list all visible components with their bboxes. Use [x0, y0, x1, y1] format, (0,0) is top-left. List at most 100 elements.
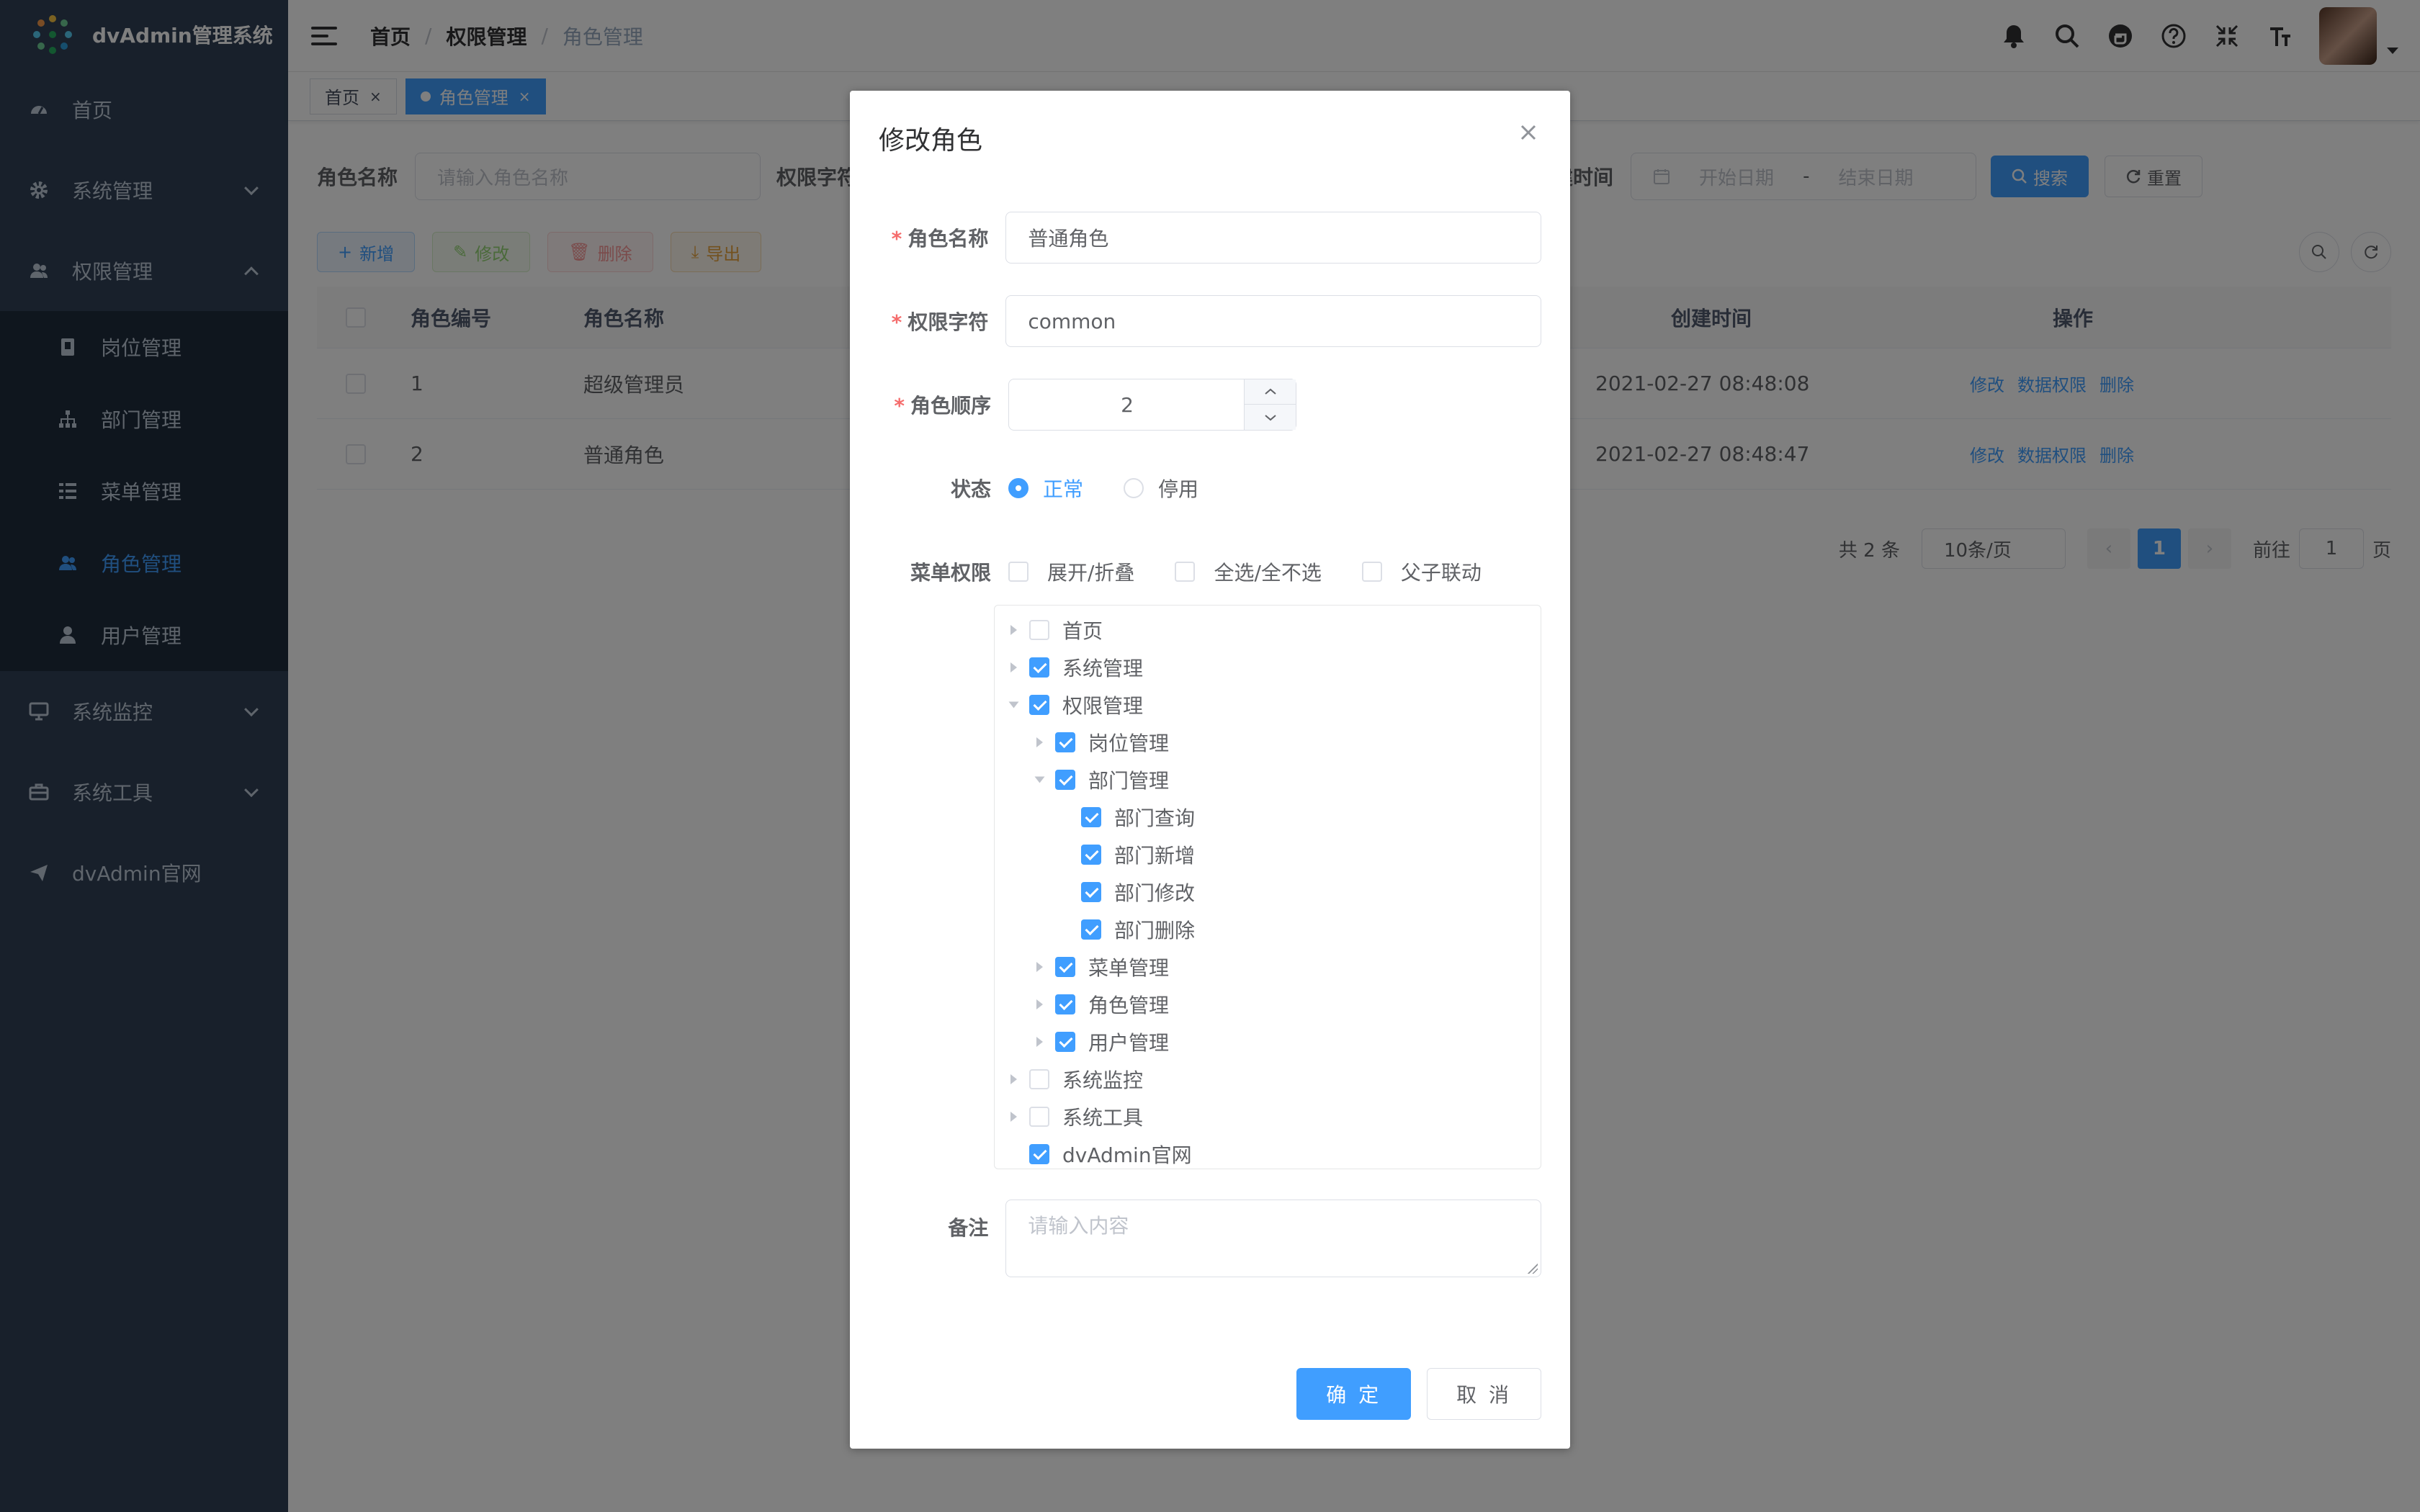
menu-permission-tree: 首页 系统管理 权限管理 岗位管理 部门管理 部门查询 部门新增 部门修改 部门 [994, 605, 1541, 1169]
resize-handle-icon[interactable] [1528, 1264, 1538, 1274]
caret-down-icon[interactable] [1000, 692, 1026, 718]
tree-node-label: 系统管理 [1062, 657, 1144, 680]
close-icon[interactable] [1515, 120, 1541, 145]
stepper-controls [1244, 379, 1296, 430]
remark-field-label: 备注 [948, 1216, 989, 1240]
tree-checkbox[interactable] [1029, 657, 1049, 678]
tree-checkbox[interactable] [1055, 1032, 1075, 1052]
chevron-down-icon [1264, 414, 1276, 420]
tree-node[interactable]: 首页 [995, 611, 1541, 649]
tree-node[interactable]: 部门管理 [995, 761, 1541, 798]
caret-down-icon[interactable] [1026, 767, 1052, 793]
tree-node-label: 菜单管理 [1088, 956, 1170, 980]
caret-right-icon[interactable] [1026, 954, 1052, 980]
tree-node-label: 部门管理 [1088, 769, 1170, 793]
caret-right-icon[interactable] [1000, 1104, 1026, 1130]
caret-right-icon[interactable] [1026, 991, 1052, 1017]
tree-node[interactable]: 岗位管理 [995, 724, 1541, 761]
status-normal-radio[interactable]: 正常 [1008, 474, 1083, 503]
parent-child-linkage-checkbox[interactable]: 父子联动 [1361, 557, 1482, 586]
tree-checkbox[interactable] [1055, 770, 1075, 790]
menu-perm-row: 菜单权限 展开/折叠 全选/全不选 父子联动 [879, 546, 1541, 598]
remark-textarea[interactable]: 请输入内容 [1005, 1200, 1541, 1277]
tree-node-label: 用户管理 [1088, 1031, 1170, 1055]
tree-checkbox[interactable] [1029, 695, 1049, 715]
tree-node[interactable]: dvAdmin官网 [995, 1135, 1541, 1169]
tree-node-label: 系统工具 [1062, 1106, 1144, 1130]
role-name-field-label: * 角色名称 [891, 227, 989, 251]
tree-node-label: 权限管理 [1062, 694, 1144, 718]
tree-node[interactable]: 系统工具 [995, 1098, 1541, 1135]
status-radio-group: 正常 停用 [1008, 474, 1198, 503]
role-order-value[interactable]: 2 [1009, 379, 1245, 430]
checkbox-label: 展开/折叠 [1047, 561, 1135, 585]
perm-key-field-label: * 权限字符 [891, 310, 989, 334]
select-all-checkbox[interactable]: 全选/全不选 [1175, 557, 1322, 586]
caret-right-icon[interactable] [1026, 1029, 1052, 1055]
tree-node[interactable]: 部门查询 [995, 798, 1541, 836]
confirm-button[interactable]: 确 定 [1296, 1368, 1412, 1420]
tree-node[interactable]: 菜单管理 [995, 948, 1541, 986]
status-field-label: 状态 [950, 477, 991, 501]
tree-node-label: 部门新增 [1114, 844, 1196, 868]
radio-circle [1124, 478, 1144, 498]
perm-key-row: * 权限字符 common [879, 295, 1541, 347]
tree-checkbox[interactable] [1055, 957, 1075, 977]
dialog-footer: 确 定 取 消 [1296, 1368, 1541, 1420]
caret-placeholder [1000, 1141, 1026, 1167]
decrement-button[interactable] [1245, 405, 1296, 430]
chevron-up-icon [1264, 388, 1276, 395]
tree-node[interactable]: 用户管理 [995, 1023, 1541, 1061]
tree-node[interactable]: 部门新增 [995, 836, 1541, 873]
tree-node[interactable]: 系统监控 [995, 1061, 1541, 1098]
tree-checkbox[interactable] [1029, 620, 1049, 640]
caret-right-icon[interactable] [1000, 1066, 1026, 1092]
tree-node-label: 部门删除 [1114, 919, 1196, 942]
role-name-field[interactable]: 普通角色 [1005, 212, 1541, 264]
checkbox-label: 父子联动 [1400, 561, 1482, 585]
tree-checkbox[interactable] [1081, 882, 1101, 902]
tree-node[interactable]: 角色管理 [995, 986, 1541, 1023]
caret-placeholder [1052, 879, 1078, 905]
tree-checkbox[interactable] [1029, 1107, 1049, 1127]
caret-placeholder [1052, 842, 1078, 868]
tree-node-label: 部门查询 [1114, 806, 1196, 830]
caret-placeholder [1052, 804, 1078, 830]
radio-label: 停用 [1158, 477, 1199, 501]
tree-checkbox[interactable] [1081, 845, 1101, 865]
status-disabled-radio[interactable]: 停用 [1124, 474, 1198, 503]
tree-node[interactable]: 部门删除 [995, 911, 1541, 948]
radio-label: 正常 [1043, 477, 1084, 501]
tree-checkbox[interactable] [1055, 732, 1075, 752]
role-order-stepper[interactable]: 2 [1008, 379, 1296, 431]
tree-node[interactable]: 部门修改 [995, 873, 1541, 911]
cancel-button[interactable]: 取 消 [1427, 1368, 1541, 1420]
caret-right-icon[interactable] [1000, 654, 1026, 680]
tree-checkbox[interactable] [1081, 919, 1101, 940]
checkbox-box [1361, 562, 1382, 582]
tree-checkbox[interactable] [1029, 1144, 1049, 1164]
dialog-title: 修改角色 [879, 126, 983, 156]
checkbox-box [1175, 562, 1196, 582]
caret-right-icon[interactable] [1026, 729, 1052, 755]
caret-placeholder [1052, 917, 1078, 942]
tree-node[interactable]: 权限管理 [995, 686, 1541, 724]
tree-node-label: 系统监控 [1062, 1068, 1144, 1092]
caret-right-icon[interactable] [1000, 617, 1026, 643]
checkbox-box [1008, 562, 1028, 582]
role-name-row: * 角色名称 普通角色 [879, 212, 1541, 264]
radio-circle [1008, 478, 1028, 498]
tree-checkbox[interactable] [1081, 807, 1101, 827]
tree-node-label: 岗位管理 [1088, 732, 1170, 755]
perm-key-field[interactable]: common [1005, 295, 1541, 347]
expand-collapse-checkbox[interactable]: 展开/折叠 [1008, 557, 1134, 586]
remark-placeholder: 请输入内容 [1028, 1214, 1129, 1238]
role-order-row: * 角色顺序 2 [879, 379, 1541, 431]
tree-node-label: 首页 [1062, 619, 1103, 643]
remark-row: 备注 请输入内容 [879, 1200, 1541, 1277]
tree-checkbox[interactable] [1029, 1069, 1049, 1089]
tree-node-label: 部门修改 [1114, 881, 1196, 905]
tree-checkbox[interactable] [1055, 994, 1075, 1014]
increment-button[interactable] [1245, 379, 1296, 405]
tree-node[interactable]: 系统管理 [995, 649, 1541, 686]
